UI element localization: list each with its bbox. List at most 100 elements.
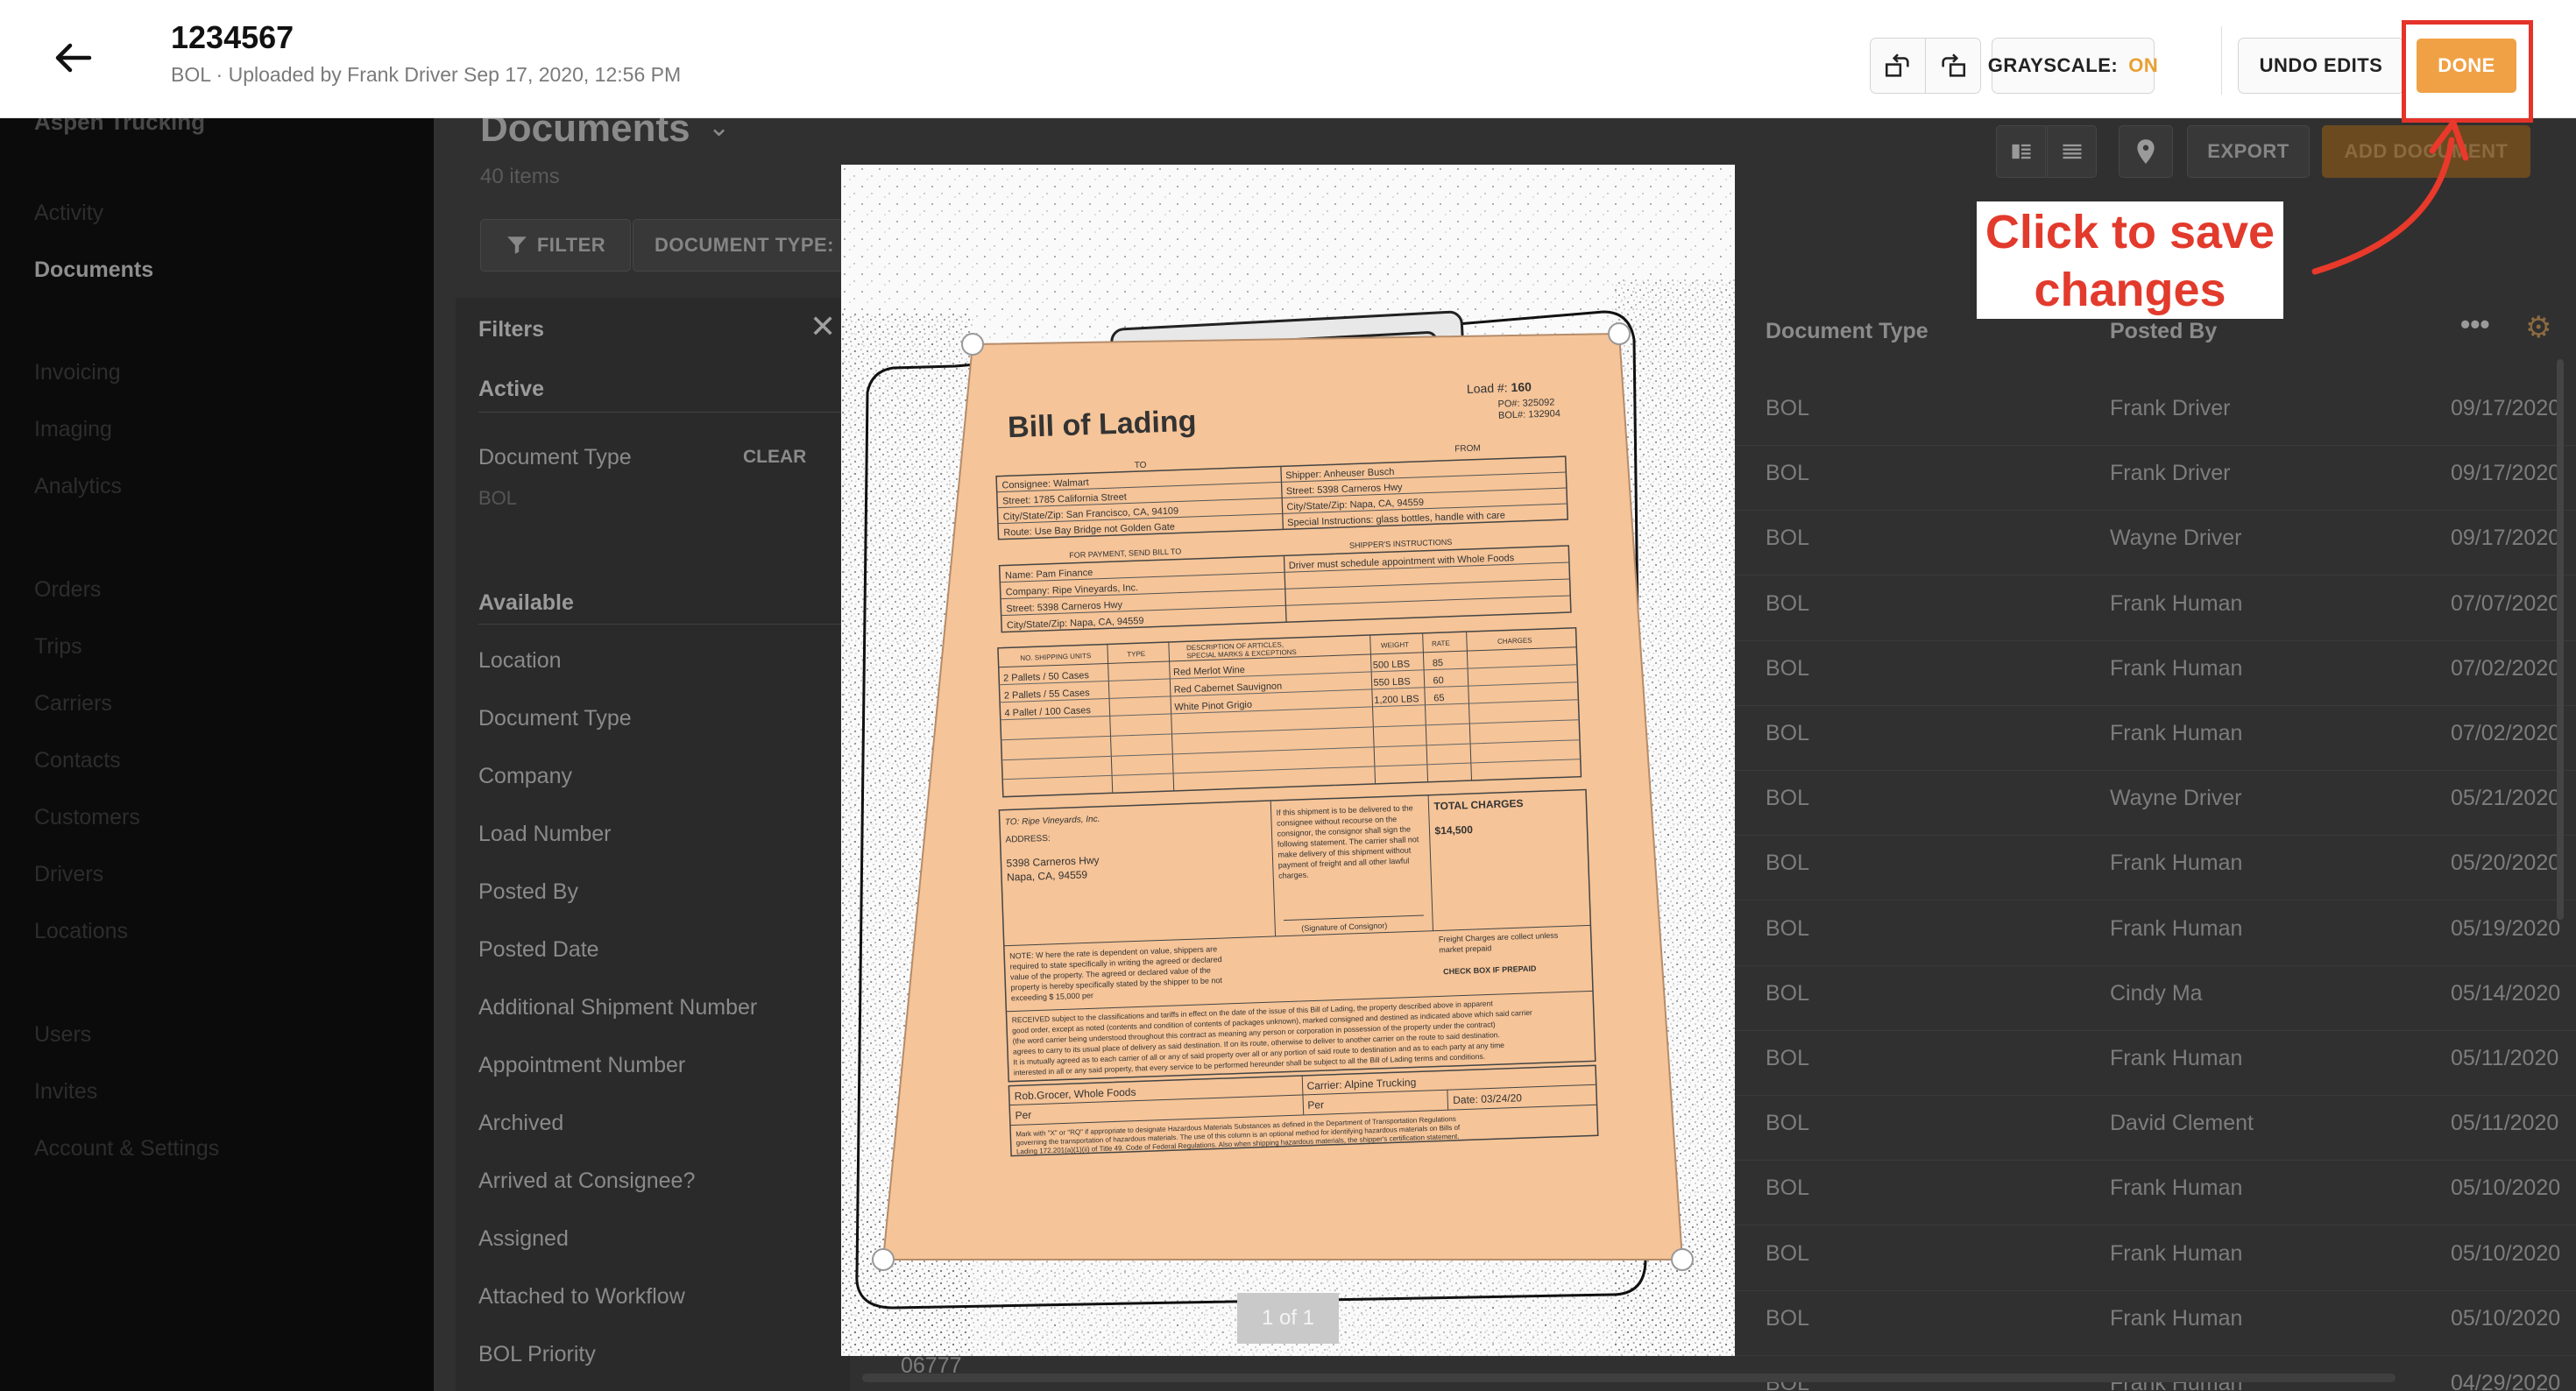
rotate-right-button[interactable] — [1925, 38, 1981, 94]
filter-option-document-type[interactable]: Document Type — [478, 706, 632, 731]
list-view-icon — [2063, 144, 2081, 159]
cell-document-type: BOL — [1766, 590, 1810, 616]
filter-option-posted-by[interactable]: Posted By — [478, 879, 578, 905]
cell-posted-date: 05/14/2020 — [2451, 980, 2561, 1006]
sidebar-item-drivers[interactable]: Drivers — [34, 862, 103, 887]
document-viewer[interactable]: Bill of Lading Load #: 160 PO#: 325092 B… — [841, 165, 1735, 1356]
sidebar-item-activity[interactable]: Activity — [34, 201, 103, 226]
cell-document-type: BOL — [1766, 1176, 1810, 1201]
vertical-scrollbar[interactable] — [2557, 359, 2564, 920]
map-pin-button[interactable] — [2119, 125, 2173, 178]
sidebar-item-trips[interactable]: Trips — [34, 634, 82, 660]
cell-posted-date: 09/17/2020 — [2451, 526, 2561, 551]
split-view-icon — [2012, 144, 2030, 159]
back-button[interactable] — [51, 39, 95, 77]
svg-text:Date: 03/24/20: Date: 03/24/20 — [1453, 1091, 1522, 1106]
sidebar-item-orders[interactable]: Orders — [34, 577, 101, 603]
annotation-arrow-icon — [2311, 119, 2469, 275]
horizontal-scrollbar[interactable] — [862, 1373, 2396, 1382]
editor-header: 1234567 BOL · Uploaded by Frank Driver S… — [0, 0, 2576, 118]
cell-posted-by: Wayne Driver — [2110, 526, 2242, 551]
cell-posted-by: David Clement — [2110, 1111, 2254, 1136]
grayscale-state: ON — [2128, 54, 2159, 76]
undo-edits-button[interactable]: UNDO EDITS — [2238, 38, 2404, 94]
column-header-posted-by[interactable]: Posted By — [2110, 319, 2217, 344]
cell-posted-by: Frank Human — [2110, 1176, 2243, 1201]
filter-option-posted-date[interactable]: Posted Date — [478, 937, 599, 963]
documents-count: 40 items — [480, 165, 560, 188]
filter-option-additional-shipment-number[interactable]: Additional Shipment Number — [478, 995, 757, 1020]
sidebar-item-imaging[interactable]: Imaging — [34, 417, 112, 442]
rotate-left-button[interactable] — [1870, 38, 1926, 94]
map-pin-icon — [2137, 139, 2155, 164]
cell-posted-by: Frank Human — [2110, 655, 2243, 681]
sidebar-item-invoicing[interactable]: Invoicing — [34, 360, 121, 385]
sidebar-item-users[interactable]: Users — [34, 1022, 91, 1048]
back-arrow-icon — [55, 43, 92, 73]
cell-posted-date: 09/17/2020 — [2451, 461, 2561, 486]
column-header-document-type[interactable]: Document Type — [1766, 319, 1928, 344]
cell-document-type: BOL — [1766, 786, 1810, 811]
filter-option-appointment-number[interactable]: Appointment Number — [478, 1053, 685, 1078]
svg-text:CHARGES: CHARGES — [1497, 637, 1532, 646]
document-type-filter-chip[interactable]: DOCUMENT TYPE: — [633, 219, 843, 272]
more-options-icon[interactable]: ••• — [2460, 308, 2490, 341]
cell-posted-by: Frank Human — [2110, 1305, 2243, 1331]
cell-posted-date: 07/07/2020 — [2451, 590, 2561, 616]
svg-text:TO: TO — [1135, 461, 1147, 470]
crop-handle-top-right[interactable] — [1610, 324, 1629, 343]
sidebar-item-documents[interactable]: Documents — [34, 258, 153, 283]
svg-text:BOL#: 132904: BOL#: 132904 — [1498, 408, 1560, 420]
cell-posted-date: 05/10/2020 — [2451, 1240, 2561, 1266]
filter-button-label: FILTER — [536, 234, 606, 256]
filter-option-company[interactable]: Company — [478, 764, 572, 789]
filter-option-location[interactable]: Location — [478, 648, 562, 674]
crop-handle-bottom-left[interactable] — [874, 1250, 893, 1269]
sidebar-item-analytics[interactable]: Analytics — [34, 474, 122, 499]
cell-document-type: BOL — [1766, 526, 1810, 551]
filter-option-load-number[interactable]: Load Number — [478, 822, 611, 847]
split-view-button[interactable] — [1996, 125, 2046, 178]
filter-option-arrived-at-consignee[interactable]: Arrived at Consignee? — [478, 1169, 695, 1194]
sidebar-item-carriers[interactable]: Carriers — [34, 691, 112, 717]
cell-document-type: BOL — [1766, 655, 1810, 681]
cell-posted-date: 04/29/2020 — [2451, 1371, 2561, 1391]
filter-option-attached-to-workflow[interactable]: Attached to Workflow — [478, 1284, 685, 1310]
sidebar-item-contacts[interactable]: Contacts — [34, 748, 121, 773]
cell-posted-date: 05/21/2020 — [2451, 786, 2561, 811]
cell-posted-by: Frank Human — [2110, 721, 2243, 745]
filter-option-assigned[interactable]: Assigned — [478, 1226, 569, 1252]
grayscale-toggle-button[interactable]: GRAYSCALE: ON — [1988, 38, 2159, 94]
cell-document-type: BOL — [1766, 1305, 1810, 1331]
svg-text:TYPE: TYPE — [1127, 650, 1145, 659]
cell-posted-date: 07/02/2020 — [2451, 721, 2561, 745]
close-filters-icon[interactable]: ✕ — [810, 308, 836, 345]
sidebar-item-invites[interactable]: Invites — [34, 1079, 97, 1105]
crop-handle-top-left[interactable] — [964, 335, 983, 355]
svg-text:550 LBS: 550 LBS — [1373, 676, 1411, 688]
page-indicator: 1 of 1 — [1237, 1293, 1339, 1344]
cell-posted-date: 05/11/2020 — [2451, 1111, 2559, 1136]
svg-text:FROM: FROM — [1454, 443, 1481, 454]
cell-posted-date: 05/10/2020 — [2451, 1305, 2561, 1331]
gear-icon[interactable]: ⚙ — [2525, 310, 2551, 345]
sidebar-item-customers[interactable]: Customers — [34, 805, 140, 830]
svg-text:Bill of Lading: Bill of Lading — [1007, 405, 1197, 444]
filter-button[interactable]: FILTER — [480, 219, 631, 272]
filter-option-archived[interactable]: Archived — [478, 1111, 563, 1136]
clear-filter-button[interactable]: CLEAR — [743, 447, 806, 468]
rotate-right-icon — [1942, 53, 1966, 77]
sidebar-item-account-settings[interactable]: Account & Settings — [34, 1136, 219, 1162]
cell-document-type: BOL — [1766, 851, 1810, 876]
list-view-button[interactable] — [2047, 125, 2097, 178]
document-type-chip-label: DOCUMENT TYPE: — [655, 234, 834, 256]
cell-posted-date: 09/17/2020 — [2451, 396, 2561, 420]
cell-posted-by: Cindy Ma — [2110, 980, 2203, 1006]
svg-text:$14,500: $14,500 — [1434, 823, 1473, 837]
filter-option-bol-priority[interactable]: BOL Priority — [478, 1342, 596, 1367]
annotation-callout: Click to save changes — [1977, 201, 2283, 319]
svg-text:65: 65 — [1433, 693, 1445, 703]
sidebar-item-locations[interactable]: Locations — [34, 919, 128, 944]
cell-document-type: BOL — [1766, 1046, 1810, 1070]
crop-handle-bottom-right[interactable] — [1673, 1250, 1692, 1269]
